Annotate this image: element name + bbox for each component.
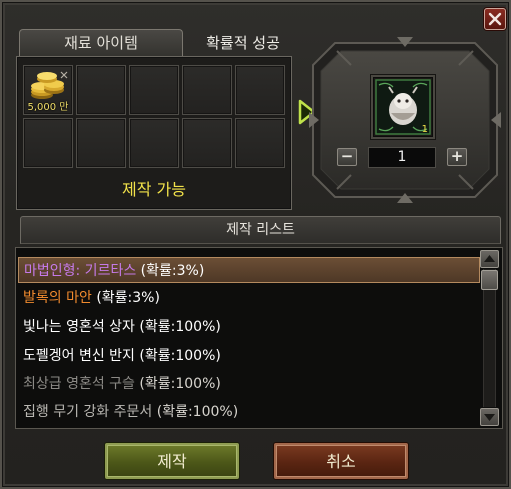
recipe-name: 마법인형: 기르타스	[24, 263, 137, 279]
decrease-quantity-button[interactable]: −	[337, 148, 357, 166]
recipe-name: 집행 무기 강화 주문서	[23, 404, 153, 420]
cancel-button[interactable]: 취소	[274, 443, 408, 479]
material-slot[interactable]	[76, 65, 126, 115]
craft-list-title: 제작 리스트	[20, 216, 501, 244]
scroll-down-button[interactable]	[480, 408, 499, 426]
craft-list-item[interactable]: 마법인형: 기르타스 (확률:3%)	[18, 257, 480, 283]
material-quantity: 5,000 만	[27, 102, 69, 113]
craft-list-item[interactable]: 최상급 영혼석 구슬 (확률:100%)	[18, 371, 480, 397]
material-slot[interactable]	[76, 118, 126, 168]
recipe-rate: (확률:100%)	[139, 376, 221, 392]
scroll-thumb[interactable]	[481, 270, 498, 290]
quantity-field[interactable]: 1	[368, 147, 436, 168]
scroll-up-button[interactable]	[480, 250, 499, 268]
result-item-count: 1	[421, 124, 428, 135]
materials-panel: 5,000 만 제작 가능	[16, 56, 292, 210]
result-item-slot[interactable]: 1	[371, 75, 435, 139]
tab-probability-success[interactable]: 확률적 성공	[188, 31, 298, 56]
craft-list-item[interactable]: 도펠겡어 변신 반지 (확률:100%)	[18, 343, 480, 369]
material-slot[interactable]: 5,000 만	[23, 65, 73, 115]
recipe-rate: (확률:3%)	[140, 263, 205, 279]
recipe-rate: (확률:100%)	[156, 404, 239, 420]
recipe-name: 최상급 영혼석 구슬	[23, 376, 135, 392]
x-icon	[488, 12, 502, 26]
tab-materials[interactable]: 재료 아이템	[19, 29, 183, 56]
material-slot[interactable]	[235, 118, 285, 168]
material-slot[interactable]	[23, 118, 73, 168]
craftable-status: 제작 가능	[122, 180, 186, 199]
recipe-rate: (확률:3%)	[96, 290, 160, 306]
craft-list-item[interactable]: 발록의 마안 (확률:3%)	[18, 285, 480, 311]
craft-window: 재료 아이템 확률적 성공 5,000 만 제작 가능 1 − 1 + 제작 리…	[0, 0, 511, 489]
triangle-up-icon	[484, 255, 495, 262]
material-slot[interactable]	[235, 65, 285, 115]
close-button[interactable]	[484, 8, 506, 30]
material-slot[interactable]	[129, 118, 179, 168]
triangle-down-icon	[484, 414, 495, 421]
material-slot[interactable]	[182, 118, 232, 168]
recipe-rate: (확률:100%)	[139, 319, 221, 335]
craft-list-scrollbar[interactable]	[480, 250, 499, 426]
craft-list: 마법인형: 기르타스 (확률:3%) 발록의 마안 (확률:3%) 빛나는 영혼…	[15, 247, 503, 429]
gold-coins-icon	[31, 71, 68, 99]
recipe-name: 빛나는 영혼석 상자	[23, 319, 135, 335]
craft-button[interactable]: 제작	[105, 443, 239, 479]
increase-quantity-button[interactable]: +	[447, 148, 467, 166]
craft-list-item[interactable]: 빛나는 영혼석 상자 (확률:100%)	[18, 314, 480, 340]
material-slot[interactable]	[129, 65, 179, 115]
recipe-name: 도펠겡어 변신 반지	[23, 348, 135, 364]
recipe-name: 발록의 마안	[23, 290, 92, 306]
recipe-rate: (확률:100%)	[139, 348, 221, 364]
craft-list-item[interactable]: 집행 무기 강화 주문서 (확률:100%)	[18, 399, 480, 425]
material-slot[interactable]	[182, 65, 232, 115]
